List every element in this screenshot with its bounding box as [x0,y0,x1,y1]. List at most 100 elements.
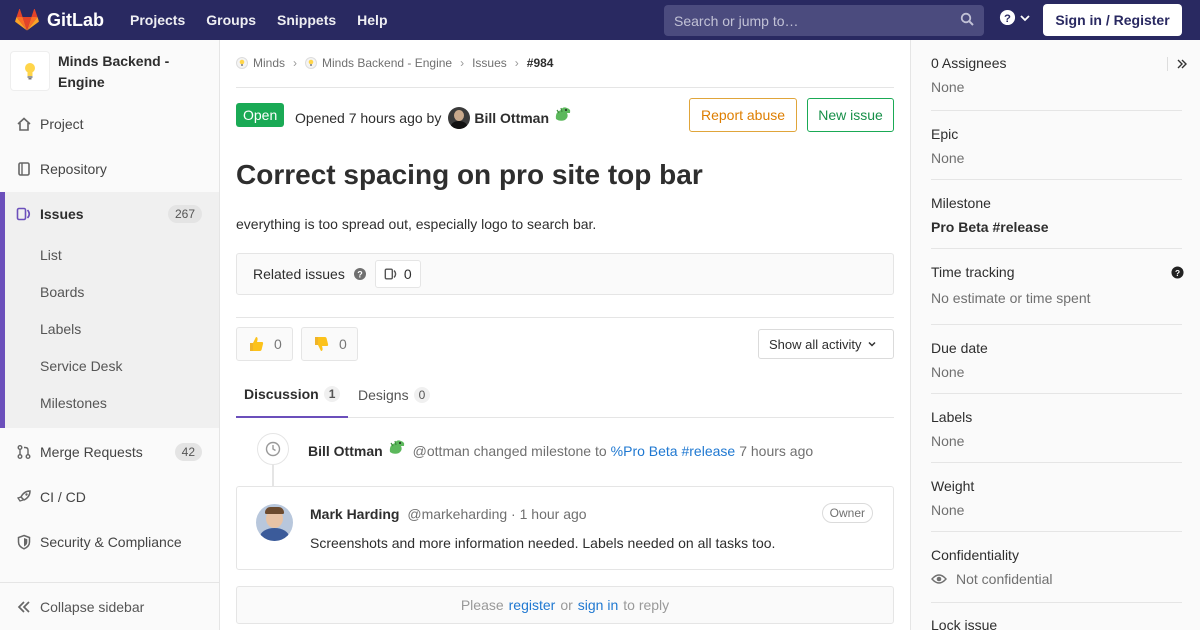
sidebar-subitem-list[interactable]: List [0,236,219,273]
collapse-sidebar-button[interactable]: Collapse sidebar [0,582,219,630]
nav-projects[interactable]: Projects [130,12,185,28]
sign-in-link[interactable]: sign in [578,597,618,613]
divider [236,317,894,318]
epic-value: None [931,150,965,166]
lock-issue-block: Lock issue [931,617,1182,637]
related-issues-block: Related issues ? 0 [236,253,894,295]
lightbulb-icon [25,63,35,80]
nav-snippets[interactable]: Snippets [277,12,336,28]
comment-header: Mark Harding @markeharding · 1 hour ago [310,506,587,522]
issue-opened-meta: Opened 7 hours ago by Bill Ottman [295,107,573,129]
system-note-author[interactable]: Bill Ottman [308,443,383,459]
confidentiality-value: Not confidential [956,571,1053,587]
confidentiality-value-row: Not confidential [931,571,1182,587]
sidebar-item-issues[interactable]: Issues 267 [0,192,219,236]
breadcrumb-minds[interactable]: Minds [253,56,285,70]
lock-issue-label: Lock issue [931,617,998,633]
gitlab-logo[interactable]: GitLab [15,9,104,31]
labels-value: None [931,433,965,449]
sidebar-item-project[interactable]: Project [0,102,219,146]
sidebar-item-ci-cd[interactable]: CI / CD [0,475,219,519]
milestone-link[interactable]: %Pro Beta #release [611,443,736,459]
system-note-text: @ottman changed milestone to [412,443,607,459]
breadcrumb-separator: › [514,56,519,70]
breadcrumb-issue-number[interactable]: #984 [527,56,554,70]
reply-please: Please [460,597,504,613]
epic-block: Epic None [931,126,1182,180]
issue-sidebar: 0 Assignees None Epic None Milestone Pro… [910,40,1200,633]
nav-help[interactable]: Help [357,12,387,28]
search-input[interactable]: Search or jump to… [664,5,984,36]
sidebar-item-repository[interactable]: Repository [0,147,219,191]
sidebar-subitem-service-desk[interactable]: Service Desk [0,347,219,384]
thumbs-down-button[interactable]: 0 [301,327,358,361]
labels-block: Labels None [931,409,1182,463]
merge-requests-count-badge: 42 [174,443,202,461]
comment-meta: @markeharding · 1 hour ago [407,506,587,522]
register-link[interactable]: register [509,597,556,613]
breadcrumb-issues[interactable]: Issues [472,56,507,70]
epic-label: Epic [931,126,959,142]
dragon-emoji-icon [555,107,571,121]
eye-icon [931,574,947,584]
report-abuse-button[interactable]: Report abuse [689,98,797,132]
book-icon [16,161,32,177]
author-avatar[interactable] [448,107,471,129]
due-date-label: Due date [931,340,988,356]
rocket-icon [16,489,32,505]
related-issues-label: Related issues [253,266,345,282]
confidentiality-block: Confidentiality Not confidential [931,547,1182,603]
new-issue-button[interactable]: New issue [807,98,894,132]
breadcrumb-project[interactable]: Minds Backend - Engine [322,56,452,70]
question-circle-icon[interactable]: ? [353,267,367,281]
tab-discussion[interactable]: Discussion 1 [236,371,349,418]
thumbs-down-count: 0 [339,336,347,352]
issues-icon [16,206,32,222]
reply-or: or [560,597,573,613]
sidebar-subitem-boards[interactable]: Boards [0,273,219,310]
sidebar-item-label: CI / CD [40,489,86,505]
project-sidebar: Minds Backend - Engine Project Repositor… [0,40,220,630]
sidebar-item-security[interactable]: Security & Compliance [0,520,219,564]
main-nav: Projects Groups Snippets Help [130,12,409,28]
commenter-name[interactable]: Mark Harding [310,506,399,522]
sidebar-item-label: Security & Compliance [40,534,182,550]
system-note: Bill Ottman @ottman changed milestone to… [308,440,814,459]
tab-designs[interactable]: Designs 0 [358,371,431,418]
labels-label: Labels [931,409,973,425]
question-circle-icon[interactable]: ? [1171,266,1184,279]
question-icon: ? [999,9,1016,26]
assignees-label: 0 Assignees [931,55,1007,71]
sidebar-project-header[interactable]: Minds Backend - Engine [0,40,219,104]
project-avatar-icon [305,57,318,69]
sidebar-subitem-labels[interactable]: Labels [0,310,219,347]
double-chevron-left-icon [17,600,30,613]
comment-body: Screenshots and more information needed.… [310,535,776,551]
milestone-block: Milestone Pro Beta #release [931,195,1182,249]
thumbs-up-button[interactable]: 0 [236,327,293,361]
nav-groups[interactable]: Groups [206,12,256,28]
milestone-label: Milestone [931,195,991,211]
activity-filter-label: Show all activity [769,336,862,352]
double-chevron-right-icon[interactable] [1176,58,1188,70]
activity-filter-dropdown[interactable]: Show all activity [758,329,894,359]
assignees-value: None [931,79,965,95]
thumbs-up-count: 0 [274,336,282,352]
author-name[interactable]: Bill Ottman [474,110,549,126]
sidebar-item-merge-requests[interactable]: Merge Requests 42 [0,430,219,474]
weight-block: Weight None [931,478,1182,532]
status-badge: Open [236,103,285,127]
sidebar-subitem-milestones[interactable]: Milestones [0,384,219,428]
commenter-avatar[interactable] [256,504,293,541]
breadcrumb-separator: › [293,56,298,70]
chevron-down-icon [1020,14,1030,21]
sidebar-item-label: Merge Requests [40,444,143,460]
sign-in-button[interactable]: Sign in / Register [1043,4,1182,36]
svg-text:?: ? [1175,268,1180,278]
help-dropdown[interactable]: ? [999,9,1031,26]
milestone-value[interactable]: Pro Beta #release [931,219,1182,235]
system-note-time: 7 hours ago [739,443,814,459]
related-issues-count[interactable]: 0 [374,260,421,288]
svg-text:?: ? [357,270,363,280]
divider [236,87,894,88]
